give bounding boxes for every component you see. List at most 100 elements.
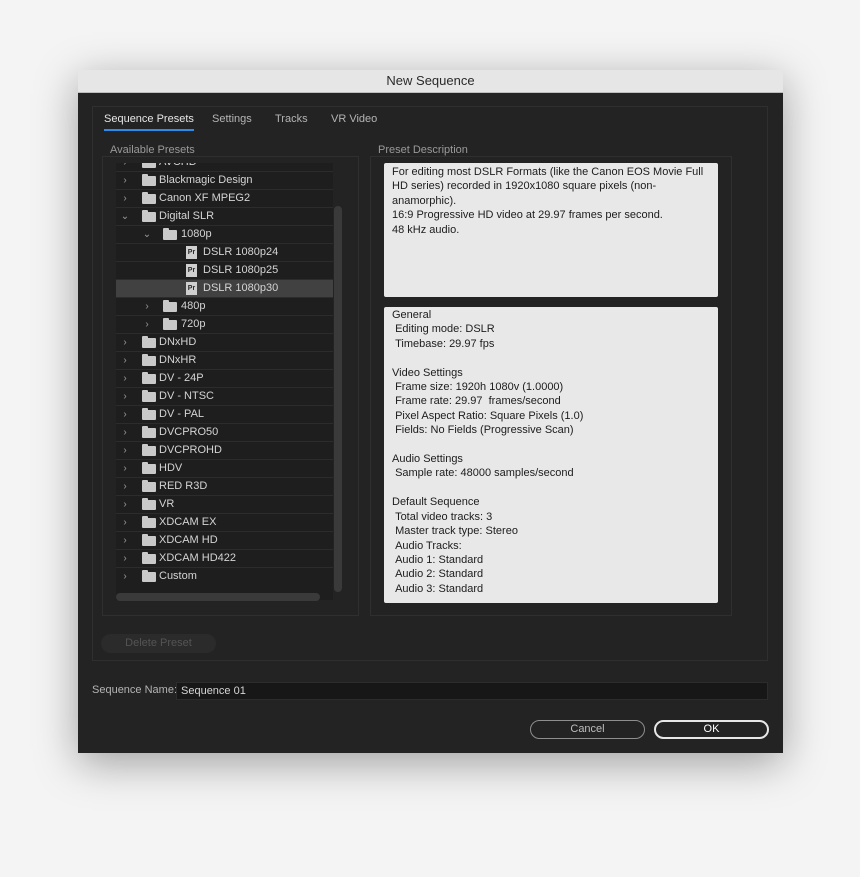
folder-icon xyxy=(142,163,156,168)
tree-item-dvcprohd[interactable]: › DVCPROHD xyxy=(116,442,333,460)
chevron-right-icon[interactable]: › xyxy=(119,163,131,171)
chevron-right-icon[interactable]: › xyxy=(119,514,131,531)
folder-icon xyxy=(142,354,156,366)
tree-item-label: DSLR 1080p24 xyxy=(203,246,279,258)
chevron-right-icon[interactable]: › xyxy=(119,532,131,549)
chevron-right-icon[interactable]: › xyxy=(119,388,131,405)
chevron-right-icon[interactable]: › xyxy=(119,334,131,351)
tree-item-dslr-1080p25[interactable]: Pr DSLR 1080p25 xyxy=(116,262,333,280)
tree-item-red-r3d[interactable]: › RED R3D xyxy=(116,478,333,496)
chevron-right-icon[interactable]: › xyxy=(119,478,131,495)
folder-icon xyxy=(142,336,156,348)
folder-icon xyxy=(142,192,156,204)
tree-item-480p[interactable]: › 480p xyxy=(116,298,333,316)
available-presets-label: Available Presets xyxy=(110,144,195,156)
ok-button[interactable]: OK xyxy=(654,720,769,739)
chevron-right-icon[interactable]: › xyxy=(119,496,131,513)
chevron-down-icon[interactable]: ⌄ xyxy=(119,208,131,225)
premiere-preset-icon: Pr xyxy=(186,282,197,295)
sequence-name-input[interactable] xyxy=(176,682,768,700)
tree-item-label: DV - NTSC xyxy=(159,390,214,402)
presets-vertical-scrollbar[interactable] xyxy=(334,206,342,592)
chevron-right-icon[interactable]: › xyxy=(119,352,131,369)
tree-item-dnxhd[interactable]: › DNxHD xyxy=(116,334,333,352)
new-sequence-dialog: New Sequence Sequence Presets Settings T… xyxy=(78,70,783,753)
folder-icon xyxy=(142,426,156,438)
tree-item-dv-pal[interactable]: › DV - PAL xyxy=(116,406,333,424)
sequence-name-label: Sequence Name: xyxy=(92,684,177,696)
tree-item-label: Canon XF MPEG2 xyxy=(159,192,251,204)
tree-item-dv-ntsc[interactable]: › DV - NTSC xyxy=(116,388,333,406)
chevron-right-icon[interactable]: › xyxy=(141,298,153,315)
folder-icon xyxy=(142,480,156,492)
tree-item-avchd[interactable]: › AVCHD xyxy=(116,163,333,172)
tree-item-canon-xf-mpeg2[interactable]: › Canon XF MPEG2 xyxy=(116,190,333,208)
presets-horizontal-scrollbar[interactable] xyxy=(116,593,320,601)
tree-item-custom[interactable]: › Custom xyxy=(116,568,333,586)
presets-tree[interactable]: › AVCHD › Blackmagic Design › Canon XF M… xyxy=(116,163,333,600)
folder-icon xyxy=(142,552,156,564)
tree-item-vr[interactable]: › VR xyxy=(116,496,333,514)
tree-item-dvcpro50[interactable]: › DVCPRO50 xyxy=(116,424,333,442)
tree-item-label: Blackmagic Design xyxy=(159,174,253,186)
chevron-right-icon[interactable]: › xyxy=(119,442,131,459)
delete-preset-button[interactable]: Delete Preset xyxy=(101,634,216,653)
chevron-right-icon[interactable]: › xyxy=(119,172,131,189)
tree-item-label: HDV xyxy=(159,462,183,474)
tree-item-label: RED R3D xyxy=(159,480,208,492)
preset-description-label: Preset Description xyxy=(378,144,468,156)
tree-item-label: AVCHD xyxy=(159,163,197,171)
folder-icon xyxy=(142,408,156,420)
tree-item-label: XDCAM HD xyxy=(159,534,218,546)
chevron-right-icon[interactable]: › xyxy=(119,190,131,207)
chevron-right-icon[interactable]: › xyxy=(119,550,131,567)
folder-icon xyxy=(142,498,156,510)
folder-icon xyxy=(142,210,156,222)
tree-item-label: DV - PAL xyxy=(159,408,205,420)
chevron-right-icon[interactable]: › xyxy=(119,370,131,387)
tree-item-digital-slr[interactable]: ⌄ Digital SLR xyxy=(116,208,333,226)
tab-sequence-presets[interactable]: Sequence Presets xyxy=(104,113,194,131)
tree-item-label: DVCPROHD xyxy=(159,444,222,456)
folder-icon xyxy=(142,174,156,186)
folder-icon xyxy=(142,462,156,474)
tree-item-dslr-1080p30[interactable]: Pr DSLR 1080p30 xyxy=(116,280,333,298)
tree-item-label: DV - 24P xyxy=(159,372,204,384)
premiere-preset-icon: Pr xyxy=(186,264,197,277)
tree-item-label: 480p xyxy=(181,300,206,312)
tab-settings[interactable]: Settings xyxy=(212,113,252,125)
tree-item-dv-24p[interactable]: › DV - 24P xyxy=(116,370,333,388)
cancel-button[interactable]: Cancel xyxy=(530,720,645,739)
preset-details-text: General Editing mode: DSLR Timebase: 29.… xyxy=(384,307,718,603)
tree-item-label: 1080p xyxy=(181,228,212,240)
tree-item-label: DNxHR xyxy=(159,354,197,366)
chevron-right-icon[interactable]: › xyxy=(119,424,131,441)
tree-item-xdcam-hd[interactable]: › XDCAM HD xyxy=(116,532,333,550)
chevron-right-icon[interactable]: › xyxy=(141,316,153,333)
tree-item-label: DSLR 1080p25 xyxy=(203,264,279,276)
chevron-right-icon[interactable]: › xyxy=(119,460,131,477)
tree-item-label: 720p xyxy=(181,318,206,330)
tree-item-xdcam-hd422[interactable]: › XDCAM HD422 xyxy=(116,550,333,568)
tree-item-label: DVCPRO50 xyxy=(159,426,219,438)
tree-item-1080p[interactable]: ⌄ 1080p xyxy=(116,226,333,244)
folder-icon xyxy=(142,444,156,456)
chevron-right-icon[interactable]: › xyxy=(119,568,131,585)
folder-icon xyxy=(163,318,177,330)
tab-tracks[interactable]: Tracks xyxy=(275,113,308,125)
tree-item-label: Custom xyxy=(159,570,197,582)
tree-item-xdcam-ex[interactable]: › XDCAM EX xyxy=(116,514,333,532)
tree-item-720p[interactable]: › 720p xyxy=(116,316,333,334)
tree-item-label: DSLR 1080p30 xyxy=(203,282,279,294)
tree-item-label: XDCAM EX xyxy=(159,516,217,528)
tree-item-dnxhr[interactable]: › DNxHR xyxy=(116,352,333,370)
tree-item-label: DNxHD xyxy=(159,336,197,348)
tree-item-blackmagic-design[interactable]: › Blackmagic Design xyxy=(116,172,333,190)
tree-item-dslr-1080p24[interactable]: Pr DSLR 1080p24 xyxy=(116,244,333,262)
tree-item-hdv[interactable]: › HDV xyxy=(116,460,333,478)
tree-item-label: VR xyxy=(159,498,175,510)
chevron-right-icon[interactable]: › xyxy=(119,406,131,423)
chevron-down-icon[interactable]: ⌄ xyxy=(141,226,153,243)
tree-item-label: Digital SLR xyxy=(159,210,215,222)
tab-vr-video[interactable]: VR Video xyxy=(331,113,377,125)
